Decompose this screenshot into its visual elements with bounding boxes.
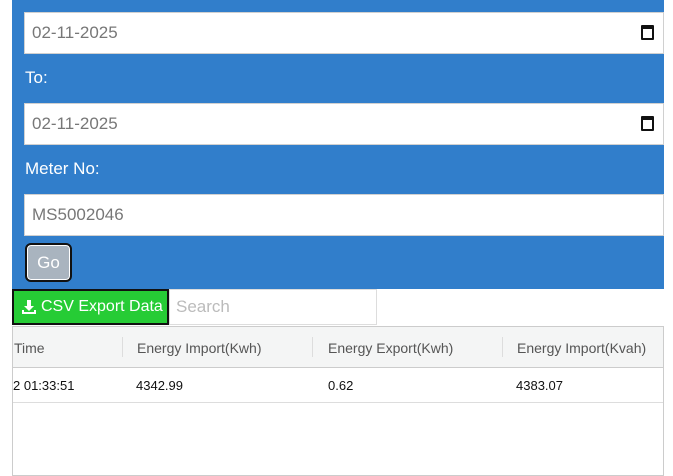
cell-energy-import-kwh: 4342.99 (136, 378, 183, 393)
calendar-icon[interactable] (641, 116, 654, 131)
filter-panel: 02-11-2025 To: 02-11-2025 Meter No: MS50… (12, 0, 664, 289)
table-header: Time Energy Import(Kwh) Energy Export(Kw… (13, 327, 663, 368)
search-input[interactable]: Search (169, 289, 377, 325)
data-table: Time Energy Import(Kwh) Energy Export(Kw… (12, 326, 664, 476)
column-divider (122, 337, 123, 357)
csv-export-button[interactable]: CSV Export Data (12, 289, 169, 325)
column-header-energy-import-kwh[interactable]: Energy Import(Kwh) (137, 340, 261, 356)
column-divider (312, 337, 313, 357)
table-row: 2 01:33:51 4342.99 0.62 4383.07 (13, 368, 663, 403)
to-date-value: 02-11-2025 (32, 114, 118, 133)
meter-input[interactable]: MS5002046 (24, 194, 664, 236)
column-header-energy-export-kwh[interactable]: Energy Export(Kwh) (328, 340, 453, 356)
download-icon (22, 300, 36, 314)
from-date-value: 02-11-2025 (32, 23, 118, 42)
cell-time: 2 01:33:51 (13, 378, 75, 393)
to-label: To: (25, 68, 48, 87)
csv-export-label: CSV Export Data (41, 298, 163, 315)
go-button[interactable]: Go (25, 243, 72, 282)
to-date-input[interactable]: 02-11-2025 (24, 103, 664, 145)
cell-energy-import-kvah: 4383.07 (516, 378, 563, 393)
column-header-time[interactable]: Time (14, 340, 45, 356)
meter-value: MS5002046 (32, 205, 124, 224)
calendar-icon[interactable] (641, 25, 654, 40)
from-date-input[interactable]: 02-11-2025 (24, 12, 664, 54)
cell-energy-export-kwh: 0.62 (328, 378, 354, 393)
search-placeholder: Search (176, 297, 230, 316)
column-header-energy-import-kvah[interactable]: Energy Import(Kvah) (517, 340, 646, 356)
meter-label: Meter No: (25, 159, 100, 178)
column-divider (502, 337, 503, 357)
